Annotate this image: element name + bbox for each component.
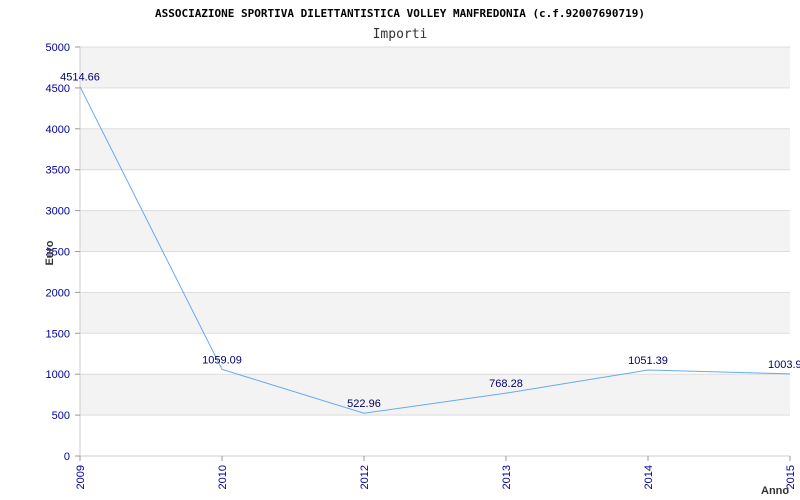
chart-title: ASSOCIAZIONE SPORTIVA DILETTANTISTICA VO…: [155, 7, 645, 20]
x-axis-ticks: 2009 2010 2012 2013 2014 2015: [75, 456, 797, 489]
y-tick-label: 4500: [46, 83, 70, 95]
plot-band: [80, 128, 790, 170]
data-label: 1051.39: [628, 355, 668, 367]
y-tick-label: 1000: [46, 369, 70, 381]
y-tick-label: 5000: [46, 42, 70, 54]
y-tick-label: 0: [64, 451, 70, 463]
data-label: 1059.09: [202, 354, 242, 366]
data-label: 522.96: [347, 398, 381, 410]
y-tick-label: 2000: [46, 287, 70, 299]
x-tick-label: 2009: [75, 465, 87, 489]
plot-band: [80, 415, 790, 456]
y-tick-label: 3000: [46, 206, 70, 218]
chart-subtitle: Importi: [373, 27, 428, 42]
line-chart: ASSOCIAZIONE SPORTIVA DILETTANTISTICA VO…: [44, 7, 800, 497]
x-axis-label: Anno: [761, 485, 789, 497]
data-label: 4514.66: [60, 72, 100, 84]
data-label: 768.28: [489, 378, 523, 390]
plot-band: [80, 47, 790, 88]
plot-band: [80, 87, 790, 129]
y-axis-label: Euro: [44, 240, 56, 265]
plot-band: [80, 210, 790, 252]
x-tick-label: 2013: [501, 465, 513, 489]
y-tick-label: 4000: [46, 124, 70, 136]
x-tick-label: 2014: [643, 465, 655, 489]
x-tick-label: 2010: [217, 465, 229, 489]
data-label: 1003.9: [768, 359, 800, 371]
y-tick-label: 1500: [46, 328, 70, 340]
y-tick-label: 3500: [46, 165, 70, 177]
plot-band: [80, 374, 790, 416]
plot-band: [80, 169, 790, 211]
plot-band: [80, 333, 790, 375]
y-tick-label: 500: [52, 410, 70, 422]
x-tick-label: 2012: [359, 465, 371, 489]
plot-band: [80, 251, 790, 293]
